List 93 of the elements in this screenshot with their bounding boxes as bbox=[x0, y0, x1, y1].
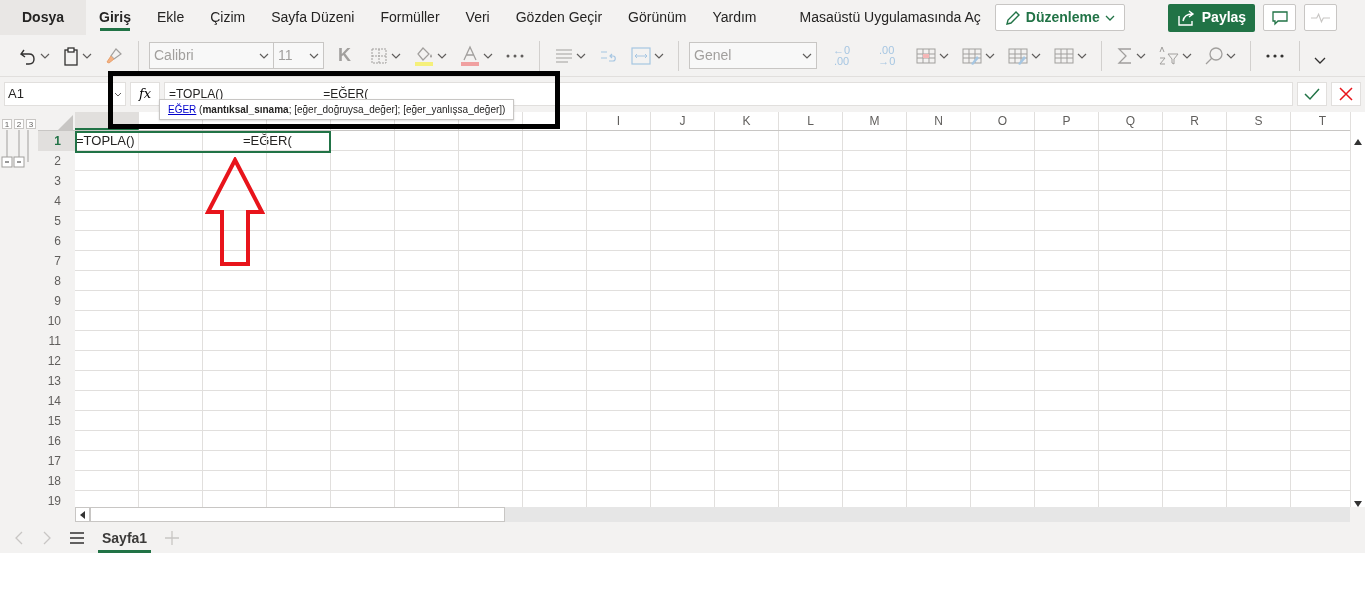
column-header[interactable]: Q bbox=[1099, 112, 1163, 130]
table-brush-icon bbox=[1007, 45, 1030, 66]
row-header[interactable]: 16 bbox=[38, 431, 75, 451]
chevron-left-icon bbox=[14, 531, 24, 545]
clipboard-icon bbox=[62, 45, 80, 66]
column-header[interactable]: K bbox=[715, 112, 779, 130]
menu-tab[interactable]: Formüller bbox=[367, 0, 453, 35]
row-header[interactable]: 18 bbox=[38, 471, 75, 491]
plus-icon bbox=[165, 531, 180, 545]
activity-button[interactable] bbox=[1304, 4, 1338, 31]
decimal-label: .00 bbox=[833, 55, 851, 67]
row-header[interactable]: 11 bbox=[38, 331, 75, 351]
row-header[interactable]: 10 bbox=[38, 311, 75, 331]
table-icon bbox=[915, 45, 938, 66]
column-header[interactable]: N bbox=[907, 112, 971, 130]
menu-tab[interactable]: Görünüm bbox=[615, 0, 700, 35]
column-header[interactable]: S bbox=[1227, 112, 1291, 130]
row-header[interactable]: 12 bbox=[38, 351, 75, 371]
outline-level-button[interactable]: 1 bbox=[2, 119, 12, 129]
font-color-icon bbox=[459, 44, 481, 67]
column-header[interactable]: R bbox=[1163, 112, 1227, 130]
column-header[interactable]: J bbox=[651, 112, 715, 130]
name-box[interactable]: A1 bbox=[4, 82, 126, 106]
column-header[interactable]: L bbox=[779, 112, 843, 130]
column-header[interactable]: M bbox=[843, 112, 907, 130]
menu-tab[interactable]: Giriş bbox=[86, 0, 144, 35]
menu-tab[interactable]: Veri bbox=[452, 0, 503, 35]
up-arrow-icon bbox=[1354, 138, 1362, 145]
column-header[interactable]: P bbox=[1035, 112, 1099, 130]
row-header[interactable]: 7 bbox=[38, 251, 75, 271]
scroll-left-button[interactable] bbox=[75, 507, 90, 522]
row-header[interactable]: 5 bbox=[38, 211, 75, 231]
function-signature: (mantıksal_sınama; [eğer_doğruysa_değer]; [eğer_yanlışsa_değer]) bbox=[198, 104, 506, 115]
scrollbar-thumb[interactable] bbox=[90, 507, 505, 522]
pencil-icon bbox=[1003, 8, 1022, 27]
menu-tab[interactable]: Sayfa Düzeni bbox=[258, 0, 368, 35]
row-header[interactable]: 3 bbox=[38, 171, 75, 191]
activity-icon bbox=[1311, 11, 1331, 24]
comment-button[interactable] bbox=[1263, 4, 1297, 31]
decimal-label: ←0 bbox=[833, 44, 851, 56]
down-arrow-icon bbox=[1354, 500, 1362, 507]
combo-value: Genel bbox=[694, 46, 732, 65]
search-icon bbox=[1204, 45, 1225, 66]
row-header[interactable]: 19 bbox=[38, 491, 75, 511]
close-icon bbox=[1339, 87, 1353, 101]
outline-level-button[interactable]: 2 bbox=[14, 119, 24, 129]
more-icon bbox=[1265, 52, 1286, 59]
row-header[interactable]: 9 bbox=[38, 291, 75, 311]
borders-icon bbox=[369, 45, 389, 66]
table-brush-icon bbox=[961, 45, 984, 66]
sheet-tab[interactable]: Sayfa1 bbox=[96, 523, 154, 553]
sort-filter-icon bbox=[1158, 45, 1181, 66]
row-header[interactable]: 2 bbox=[38, 151, 75, 171]
left-arrow-icon bbox=[79, 510, 86, 519]
caret-icon bbox=[114, 90, 122, 98]
confirm-button[interactable] bbox=[1297, 82, 1327, 106]
row-header[interactable]: 1 bbox=[38, 131, 75, 151]
combo-value: 11 bbox=[278, 46, 293, 65]
cell-reference: A1 bbox=[8, 85, 24, 104]
menu-tab[interactable]: Gözden Geçir bbox=[502, 0, 616, 35]
caret-icon bbox=[1314, 55, 1327, 65]
editing-mode-button[interactable]: Düzenleme bbox=[994, 4, 1125, 31]
cancel-button[interactable] bbox=[1331, 82, 1361, 106]
row-header[interactable]: 14 bbox=[38, 391, 75, 411]
outline-level-button[interactable]: 3 bbox=[26, 119, 36, 129]
insert-function-button[interactable]: fx bbox=[130, 82, 160, 106]
decimal-label: .00 bbox=[878, 44, 896, 56]
checkmark-icon bbox=[1304, 87, 1320, 101]
menu-tab[interactable]: Yardım bbox=[699, 0, 770, 35]
column-header[interactable]: I bbox=[587, 112, 651, 130]
row-header[interactable]: 17 bbox=[38, 451, 75, 471]
decimal-label: →0 bbox=[878, 55, 896, 67]
align-icon bbox=[554, 46, 574, 65]
menu-tab[interactable]: Dosya bbox=[0, 0, 87, 35]
comment-icon bbox=[1270, 9, 1289, 26]
merge-icon bbox=[630, 45, 652, 66]
row-header[interactable]: 4 bbox=[38, 191, 75, 211]
menu-tab[interactable]: Çizim bbox=[197, 0, 259, 35]
menu-icon bbox=[70, 532, 84, 544]
table-icon bbox=[1053, 45, 1076, 66]
row-header[interactable]: 6 bbox=[38, 231, 75, 251]
chevron-right-icon bbox=[42, 531, 52, 545]
combo-value: Calibri bbox=[154, 46, 194, 65]
menu-tab[interactable]: Ekle bbox=[143, 0, 198, 35]
row-header[interactable]: 8 bbox=[38, 271, 75, 291]
share-button[interactable]: Paylaş bbox=[1167, 3, 1256, 32]
row-header[interactable]: 13 bbox=[38, 371, 75, 391]
cell-text: =TOPLA() =EĞER( bbox=[76, 132, 292, 150]
row-header[interactable]: 15 bbox=[38, 411, 75, 431]
open-in-desktop-link[interactable]: Masaüstü Uygulamasında Aç bbox=[799, 7, 981, 28]
column-header[interactable]: O bbox=[971, 112, 1035, 130]
function-link[interactable]: EĞER bbox=[168, 104, 197, 115]
more-icon bbox=[505, 52, 525, 59]
